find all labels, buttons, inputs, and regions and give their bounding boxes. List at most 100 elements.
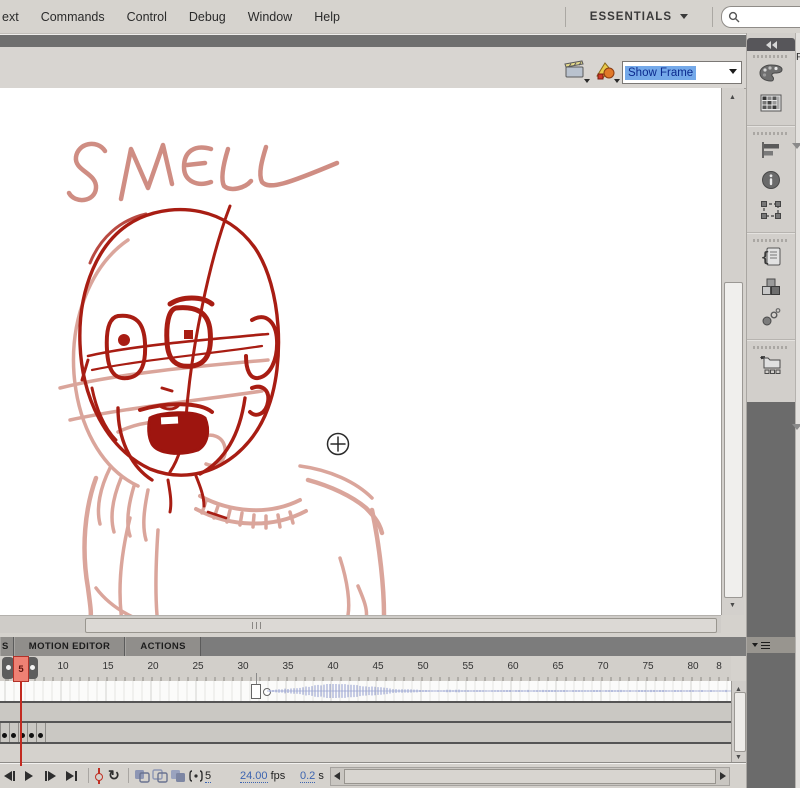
keyframe-dot[interactable]: [2, 733, 7, 738]
elapsed-time-field[interactable]: 0.2: [300, 770, 315, 783]
timeline-hscroll-thumb[interactable]: [344, 769, 716, 784]
stage-vscroll-thumb[interactable]: [724, 282, 743, 598]
menu-item-window[interactable]: Window: [237, 1, 303, 33]
edit-symbols-button[interactable]: [594, 60, 618, 82]
timeline-vscroll-thumb[interactable]: [734, 692, 746, 752]
loop-icon: ↻: [108, 767, 120, 783]
ruler-number: 70: [590, 661, 616, 672]
align-panel-button[interactable]: [747, 137, 795, 167]
sketch-word-smell: [69, 144, 337, 200]
current-frame-field[interactable]: 5: [205, 770, 211, 783]
library-panel-button[interactable]: [747, 351, 795, 381]
scroll-down-button[interactable]: ▼: [724, 598, 741, 612]
transform-panel-button[interactable]: [747, 197, 795, 227]
zoom-view-value: Show Frame: [625, 66, 696, 80]
zoom-view-select[interactable]: Show Frame: [622, 61, 742, 84]
chevron-down-icon: [614, 79, 620, 83]
keyframe-dot[interactable]: [11, 733, 16, 738]
onion-skin-button[interactable]: [134, 769, 150, 783]
dock-group-grip[interactable]: [753, 239, 789, 242]
elapsed-time-unit: s: [318, 770, 324, 782]
menu-item-control[interactable]: Control: [116, 1, 178, 33]
swatches-panel-button[interactable]: [747, 90, 795, 120]
frame-rate-field[interactable]: 24.00: [240, 770, 268, 783]
components-panel-button[interactable]: [747, 274, 795, 304]
scroll-up-button[interactable]: ▲: [724, 90, 741, 104]
search-input[interactable]: [721, 6, 800, 28]
edit-bar: Show Frame: [0, 47, 746, 89]
triangle-right-icon: [48, 771, 56, 781]
transform-icon: [760, 200, 782, 225]
keyframe-dot[interactable]: [29, 733, 34, 738]
collapse-left-icon: [766, 41, 771, 49]
scroll-right-button[interactable]: [717, 769, 729, 782]
ruler-number: 75: [635, 661, 661, 672]
dock-group-grip[interactable]: [753, 55, 789, 58]
workspace-switcher[interactable]: ESSENTIALS: [568, 11, 710, 23]
audio-waveform: [0, 681, 731, 701]
collapse-to-icons-button[interactable]: [747, 38, 795, 51]
scrollbar-up-icon: ▲: [729, 94, 736, 101]
menu-item-commands[interactable]: Commands: [30, 1, 116, 33]
menu-item-help[interactable]: Help: [303, 1, 351, 33]
swatches-icon: [760, 94, 782, 117]
controls-separator: [128, 768, 129, 783]
tab-s[interactable]: S: [0, 637, 14, 656]
ruler-number: 15: [95, 661, 121, 672]
bar-icon: [45, 771, 47, 781]
info-panel-button[interactable]: [747, 167, 795, 197]
ruler-number: 40: [320, 661, 346, 672]
dock-group-grip[interactable]: [753, 346, 789, 349]
menu-bar-right: ESSENTIALS: [563, 0, 800, 33]
scrollbar-down-icon: ▼: [729, 602, 736, 609]
ruler-number: 50: [410, 661, 436, 672]
menu-item-ext[interactable]: ext: [0, 1, 30, 33]
edit-scene-button[interactable]: [564, 60, 588, 82]
search-icon: [728, 11, 740, 23]
ruler-number: 45: [365, 661, 391, 672]
controls-separator: [88, 768, 89, 783]
timeline-horizontal-scrollbar[interactable]: [330, 767, 730, 786]
arrow-right-icon: [720, 772, 726, 780]
timeline-layer-sound[interactable]: [0, 681, 731, 703]
menu-item-debug[interactable]: Debug: [178, 1, 237, 33]
tab-actions[interactable]: ACTIONS: [125, 637, 201, 656]
timeline-vertical-scrollbar[interactable]: ▲ ▼: [731, 681, 747, 762]
ruler-number: 8: [706, 661, 732, 672]
stage-canvas[interactable]: [0, 88, 721, 615]
playhead[interactable]: 5: [13, 656, 29, 682]
code-snippets-panel-button[interactable]: {: [747, 244, 795, 274]
ruler-number: 35: [275, 661, 301, 672]
tab-motion-editor[interactable]: MOTION EDITOR: [14, 637, 126, 656]
keyframe-dot[interactable]: [38, 733, 43, 738]
scroll-left-button[interactable]: [331, 769, 343, 782]
stage-vertical-scrollbar[interactable]: ▲ ▼: [721, 88, 744, 615]
modify-markers-button[interactable]: [188, 769, 204, 783]
stage-hscroll-thumb[interactable]: [85, 618, 717, 633]
step-back-button[interactable]: [4, 769, 15, 783]
motion-presets-panel-button[interactable]: [747, 304, 795, 334]
center-frame-button[interactable]: [94, 768, 104, 784]
timeline-ruler[interactable]: 5 1015202530354045505560657075808: [0, 656, 731, 682]
info-icon: [761, 170, 781, 195]
onion-skin-outlines-button[interactable]: [152, 769, 168, 783]
timeline-layer-keyframes[interactable]: [0, 723, 731, 744]
motion-presets-icon: [761, 307, 781, 332]
stage-horizontal-scrollbar[interactable]: [0, 615, 721, 634]
timeline-layer-2[interactable]: [0, 703, 731, 723]
timeline-layers-area[interactable]: [0, 681, 731, 762]
last-frame-button[interactable]: [66, 769, 77, 783]
dock-group-separator: [747, 125, 795, 127]
chevron-down-icon: [729, 69, 737, 74]
playhead-frame-number: 5: [18, 664, 23, 675]
panel-dock: {: [746, 33, 795, 788]
step-forward-button[interactable]: [45, 769, 56, 783]
dock-group-grip[interactable]: [753, 132, 789, 135]
loop-playback-button[interactable]: ↻: [108, 767, 120, 783]
play-button[interactable]: [25, 769, 33, 783]
scrollbar-down-icon: ▼: [735, 754, 742, 761]
edit-multiple-frames-button[interactable]: [170, 769, 186, 783]
timeline-panel-menu-button[interactable]: [747, 637, 796, 653]
color-panel-button[interactable]: [747, 60, 795, 90]
chevron-down-icon: [680, 14, 688, 19]
